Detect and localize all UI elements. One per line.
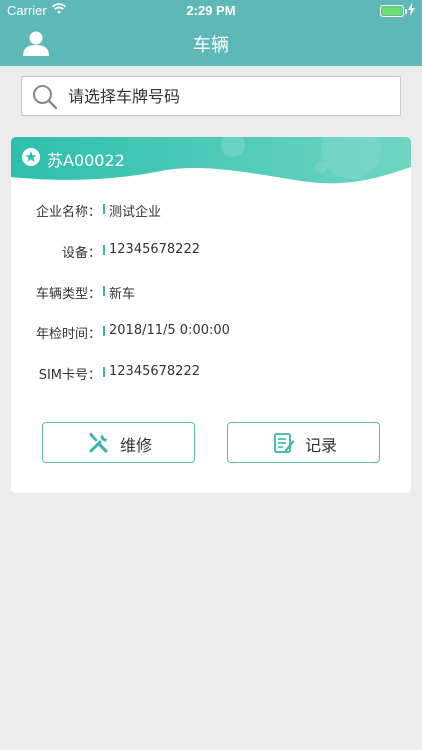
field-value: 12345678222 bbox=[109, 242, 200, 257]
repair-button-label: 维修 bbox=[120, 436, 153, 455]
status-bar: Carrier 2:29 PM bbox=[0, 0, 422, 22]
field-value: 新车 bbox=[109, 287, 136, 302]
vehicle-card: 苏A00022 企业名称： 测试企业 设备： 12345678222 车辆类型：… bbox=[11, 137, 411, 493]
record-button[interactable]: 记录 bbox=[227, 422, 380, 463]
status-time: 2:29 PM bbox=[186, 3, 236, 18]
plate-number: 苏A00022 bbox=[47, 151, 125, 170]
battery-icon bbox=[380, 5, 407, 17]
field-label: 设备： bbox=[61, 246, 101, 261]
nav-bar: Carrier 2:29 PM 车辆 bbox=[0, 0, 422, 66]
field-row-company: 企业名称： 测试企业 bbox=[11, 199, 411, 221]
repair-button[interactable]: 维修 bbox=[42, 422, 195, 463]
field-divider bbox=[103, 204, 105, 214]
field-label: SIM卡号： bbox=[38, 368, 101, 383]
field-label: 企业名称： bbox=[35, 205, 101, 220]
field-label: 车辆类型： bbox=[35, 287, 101, 302]
field-row-device: 设备： 12345678222 bbox=[11, 240, 411, 262]
badge-star-icon bbox=[22, 148, 40, 166]
field-divider bbox=[103, 245, 105, 255]
field-value: 测试企业 bbox=[109, 205, 162, 220]
field-divider bbox=[103, 367, 105, 377]
field-value: 12345678222 bbox=[109, 364, 200, 379]
field-row-sim: SIM卡号： 12345678222 bbox=[11, 362, 411, 384]
record-button-label: 记录 bbox=[305, 436, 338, 455]
search-box[interactable] bbox=[21, 76, 401, 116]
field-row-inspection-time: 年检时间： 2018/11/5 0:00:00 bbox=[11, 321, 411, 343]
field-label: 年检时间： bbox=[35, 327, 101, 342]
charging-icon bbox=[408, 3, 415, 16]
field-value: 2018/11/5 0:00:00 bbox=[109, 323, 230, 338]
page-title: 车辆 bbox=[193, 35, 229, 56]
field-row-vehicle-type: 车辆类型： 新车 bbox=[11, 281, 411, 303]
search-input[interactable] bbox=[68, 83, 388, 109]
field-divider bbox=[103, 286, 105, 296]
search-icon bbox=[33, 85, 58, 110]
field-divider bbox=[103, 326, 105, 336]
note-icon bbox=[274, 433, 295, 453]
tools-icon bbox=[89, 432, 108, 453]
